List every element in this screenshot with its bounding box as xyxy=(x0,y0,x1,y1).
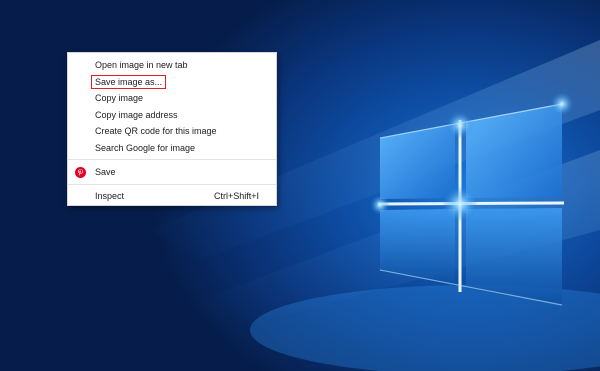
menu-separator xyxy=(68,184,276,185)
menu-item-label: Copy image xyxy=(95,93,144,103)
pane-bottom-right xyxy=(466,208,562,305)
menu-item-inspect[interactable]: Inspect Ctrl+Shift+I xyxy=(68,188,276,205)
menu-item-label: Create QR code for this image xyxy=(95,126,217,136)
menu-item-label: Inspect xyxy=(95,191,125,201)
menu-item-label: Save image as... xyxy=(90,74,167,89)
menu-item-open-image-new-tab[interactable]: Open image in new tab xyxy=(68,57,276,74)
menu-item-create-qr-code[interactable]: Create QR code for this image xyxy=(68,123,276,140)
menu-item-label: Open image in new tab xyxy=(95,60,188,70)
context-menu: Open image in new tab Save image as... C… xyxy=(67,52,277,206)
menu-item-copy-image-address[interactable]: Copy image address xyxy=(68,107,276,124)
desktop-background: Open image in new tab Save image as... C… xyxy=(0,0,600,371)
menu-item-label: Copy image address xyxy=(95,109,178,120)
menu-item-pinterest-save[interactable]: Save xyxy=(68,163,276,181)
inspect-shortcut: Ctrl+Shift+I xyxy=(213,191,259,201)
menu-separator xyxy=(68,159,276,160)
menu-item-copy-image[interactable]: Copy image xyxy=(68,90,276,107)
menu-item-save-image-as[interactable]: Save image as... xyxy=(68,74,276,91)
menu-item-search-google-image[interactable]: Search Google for image xyxy=(68,140,276,157)
menu-item-label: Save xyxy=(95,167,116,177)
menu-item-label: Search Google for image xyxy=(95,142,196,153)
pinterest-icon xyxy=(75,166,86,178)
